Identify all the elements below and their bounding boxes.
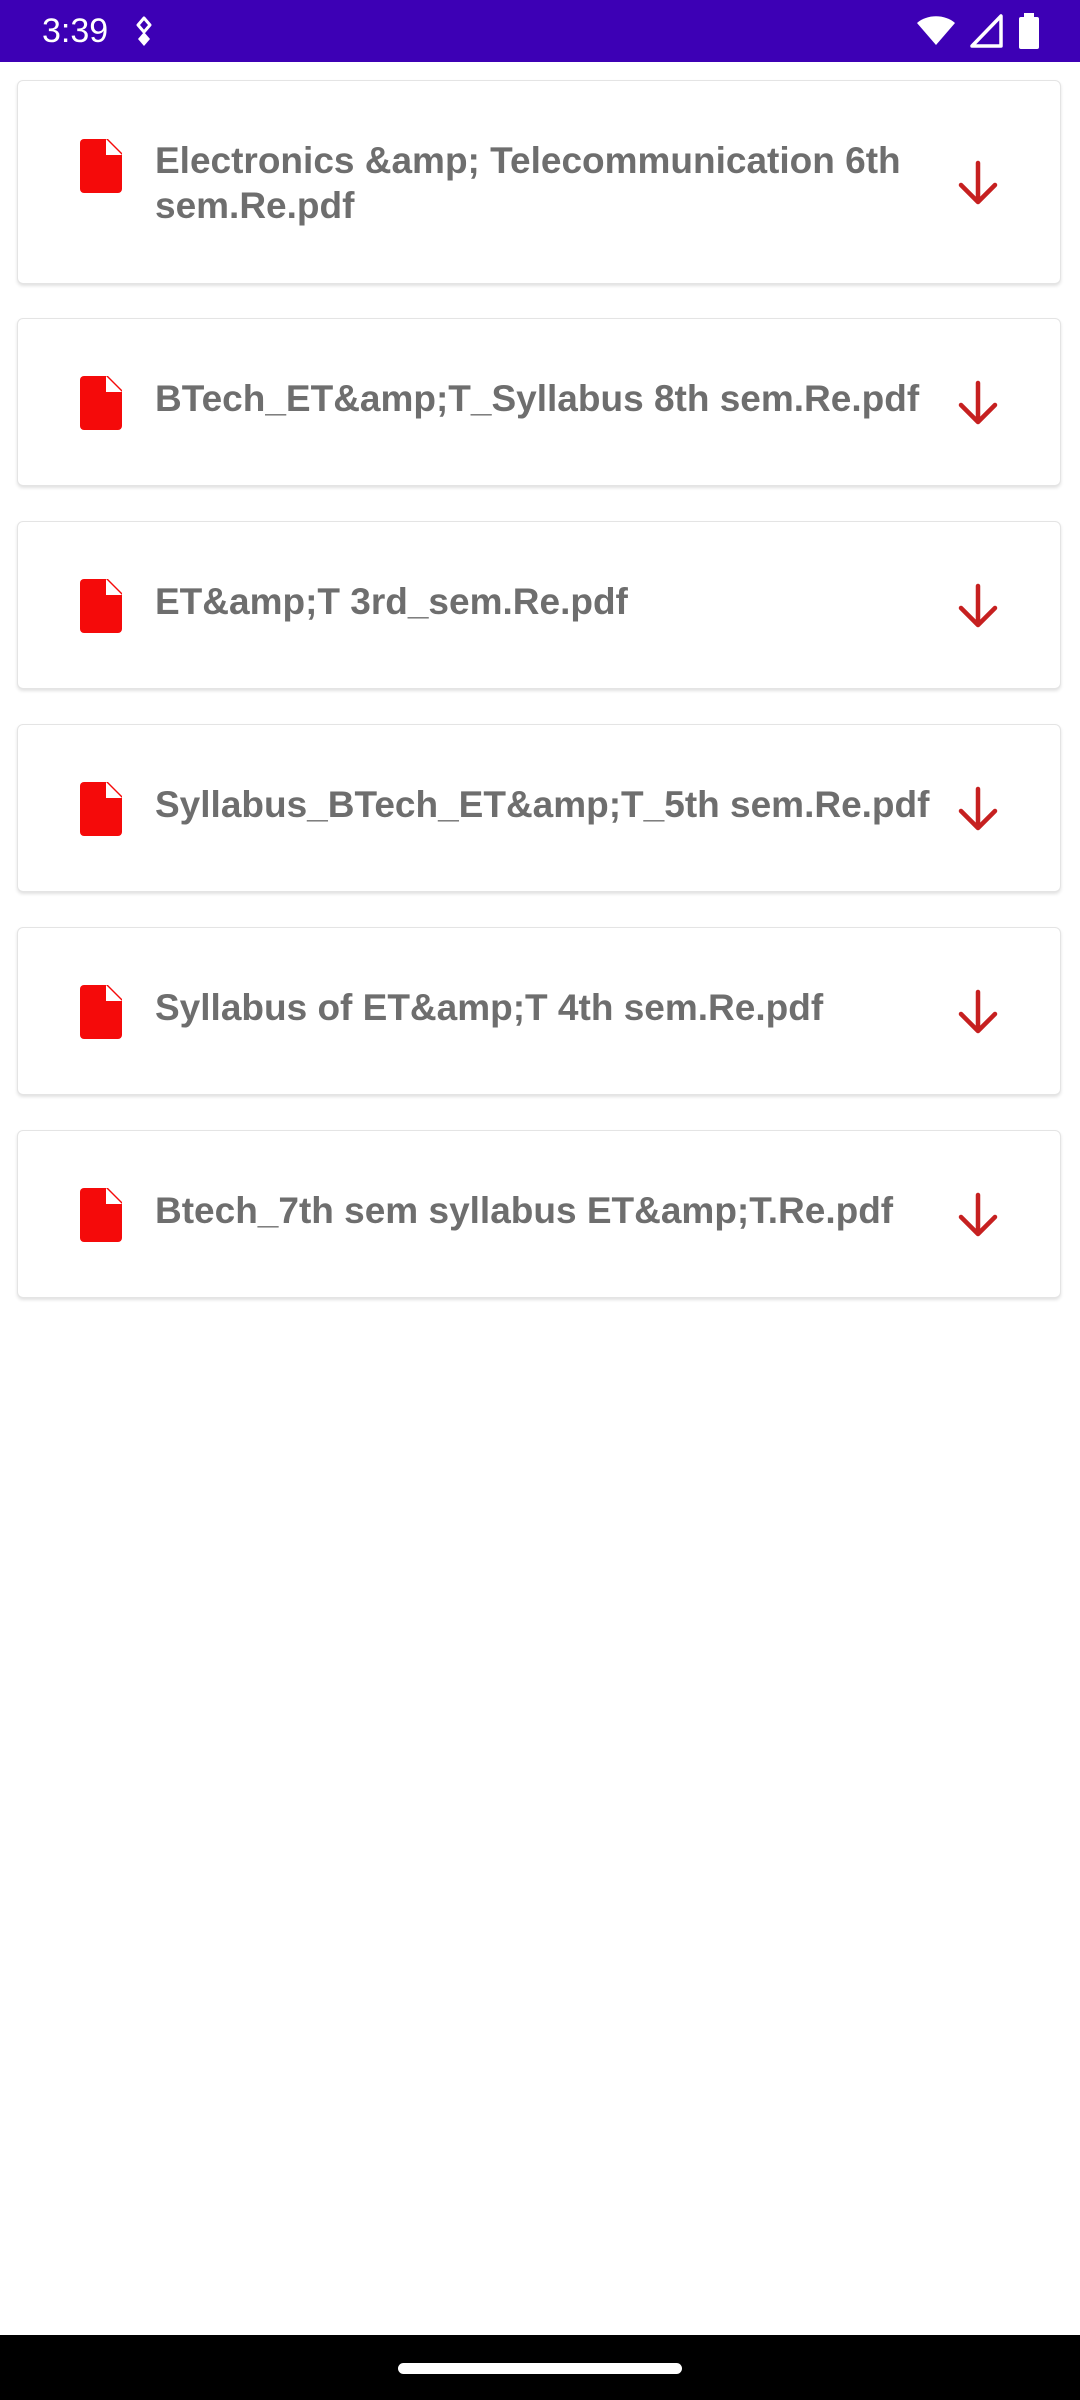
file-name: ET&amp;T 3rd_sem.Re.pdf bbox=[155, 581, 628, 622]
download-arrow-icon bbox=[958, 583, 998, 628]
file-name: BTech_ET&amp;T_Syllabus 8th sem.Re.pdf bbox=[155, 378, 920, 419]
status-time: 3:39 bbox=[42, 12, 109, 50]
pdf-file-icon bbox=[80, 782, 122, 836]
cell-signal-icon bbox=[970, 14, 1003, 48]
file-item[interactable]: Syllabus_BTech_ET&amp;T_5th sem.Re.pdf bbox=[17, 724, 1061, 892]
pdf-file-icon bbox=[80, 985, 122, 1039]
status-bar: 3:39 bbox=[0, 0, 1080, 62]
download-arrow-icon bbox=[958, 989, 998, 1034]
file-item[interactable]: ET&amp;T 3rd_sem.Re.pdf bbox=[17, 521, 1061, 689]
download-button[interactable] bbox=[946, 574, 1010, 638]
pdf-file-icon bbox=[80, 376, 122, 430]
battery-icon bbox=[1019, 13, 1039, 49]
file-name: Syllabus_BTech_ET&amp;T_5th sem.Re.pdf bbox=[155, 784, 930, 825]
status-icons bbox=[916, 12, 1040, 50]
file-name: Btech_7th sem syllabus ET&amp;T.Re.pdf bbox=[155, 1190, 894, 1231]
download-arrow-icon bbox=[958, 786, 998, 831]
pdf-file-icon bbox=[80, 1188, 122, 1242]
download-button[interactable] bbox=[946, 371, 1010, 435]
download-button[interactable] bbox=[946, 1183, 1010, 1247]
home-gesture-handle[interactable] bbox=[398, 2363, 682, 2374]
file-item[interactable]: Electronics &amp; Telecommunication 6th … bbox=[17, 80, 1061, 284]
usb-debug-icon bbox=[136, 16, 152, 46]
file-item[interactable]: Syllabus of ET&amp;T 4th sem.Re.pdf bbox=[17, 927, 1061, 1095]
pdf-file-icon bbox=[80, 579, 122, 633]
file-name: Electronics &amp; Telecommunication 6th … bbox=[155, 140, 901, 226]
download-arrow-icon bbox=[958, 1192, 998, 1237]
download-button[interactable] bbox=[946, 777, 1010, 841]
file-item[interactable]: Btech_7th sem syllabus ET&amp;T.Re.pdf bbox=[17, 1130, 1061, 1298]
screen: 3:39 Electronics &amp; Telecommunication… bbox=[0, 0, 1080, 2400]
download-button[interactable] bbox=[946, 980, 1010, 1044]
download-arrow-icon bbox=[958, 160, 998, 205]
pdf-file-icon bbox=[80, 139, 122, 193]
wifi-icon bbox=[917, 16, 955, 45]
file-item[interactable]: BTech_ET&amp;T_Syllabus 8th sem.Re.pdf bbox=[17, 318, 1061, 486]
file-name: Syllabus of ET&amp;T 4th sem.Re.pdf bbox=[155, 987, 824, 1028]
navigation-bar bbox=[0, 2335, 1080, 2400]
download-button[interactable] bbox=[946, 151, 1010, 215]
download-arrow-icon bbox=[958, 380, 998, 425]
